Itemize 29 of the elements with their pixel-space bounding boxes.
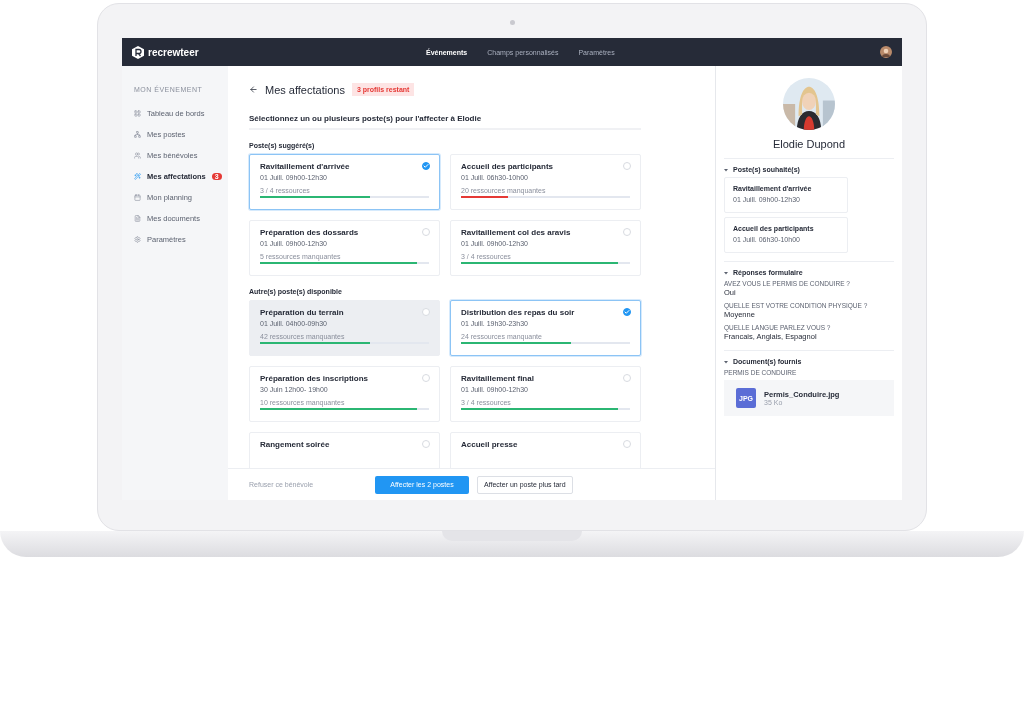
post-title: Ravitaillement d'arrivée xyxy=(260,162,351,171)
post-title: Préparation des dossards xyxy=(260,228,360,237)
logo-icon xyxy=(132,45,144,59)
post-title: Ravitaillement col des aravis xyxy=(461,228,572,237)
users-icon xyxy=(134,152,141,159)
post-title: Ravitaillement final xyxy=(461,374,535,383)
settings-icon xyxy=(134,236,141,243)
post-title: Préparation des inscriptions xyxy=(260,374,370,383)
instruction-text: Sélectionnez un ou plusieurs poste(s) pour l'affecter à Elodie xyxy=(249,114,641,130)
profile-name: Elodie Dupond xyxy=(772,138,846,150)
post-title: Accueil presse xyxy=(461,440,519,449)
back-icon[interactable] xyxy=(249,85,258,94)
post-title: Rangement soirée xyxy=(260,440,331,449)
document-icon xyxy=(134,215,141,222)
post-title: Accueil des participants xyxy=(461,162,555,171)
post-title: Préparation du terrain xyxy=(260,308,345,317)
page-title: Mes affectations xyxy=(265,83,345,96)
user-avatar[interactable] xyxy=(880,46,892,58)
grid-icon xyxy=(134,110,141,117)
post-card[interactable]: Rangement soirée xyxy=(249,432,440,468)
radio-button[interactable] xyxy=(422,162,430,170)
hierarchy-icon xyxy=(134,131,141,138)
calendar-icon xyxy=(134,194,141,201)
post-card[interactable]: Accueil presse xyxy=(450,432,641,468)
camera-icon xyxy=(510,20,515,25)
wand-icon xyxy=(134,173,141,180)
brand-name: recrewteer xyxy=(148,46,200,58)
radio-button[interactable] xyxy=(623,308,631,316)
post-title: Distribution des repas du soir xyxy=(461,308,576,317)
